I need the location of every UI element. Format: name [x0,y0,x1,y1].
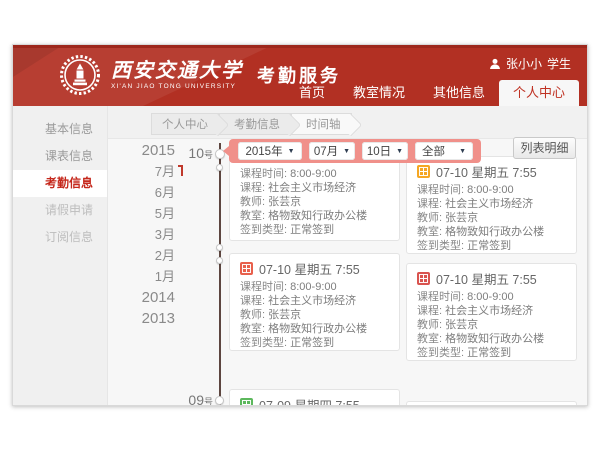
attendance-card [406,401,577,406]
app-header: 西安交通大学 XI'AN JIAO TONG UNIVERSITY 考勤服务 张… [13,45,587,106]
timeline-scale: 2015 7月 6月 5月 3月 2月 1月 2014 2013 [113,140,175,329]
sidebar: 基本信息 课表信息 考勤信息 请假申请 订阅信息 [13,106,108,406]
header-top-strip [13,45,587,48]
chevron-down-icon: ▼ [459,148,466,155]
month-select[interactable]: 07月▼ [309,142,355,160]
type-select[interactable]: 全部▼ [415,142,473,160]
attendance-card: 07-09 星期四 7:55 [229,389,400,406]
user-account[interactable]: 张小小 学生 [489,55,571,72]
nav-item-personal-center[interactable]: 个人中心 [499,80,579,106]
nav-item-classrooms[interactable]: 教室情况 [339,80,419,106]
calendar-icon [417,165,430,178]
app-window: 西安交通大学 XI'AN JIAO TONG UNIVERSITY 考勤服务 张… [12,44,588,406]
breadcrumb: 个人中心 考勤信息 时间轴 [151,113,352,135]
attendance-card: 07-10 星期五 7:55 课程时间: 8:00-9:00 课程: 社会主义市… [229,253,400,351]
timeline-axis [219,143,221,406]
chevron-down-icon: ▼ [343,148,350,155]
scale-month-1[interactable]: 1月 [113,266,175,287]
chevron-down-icon: ▼ [396,148,403,155]
card-title: 07-09 星期四 7:55 [259,395,360,406]
user-role: 学生 [547,55,571,72]
university-name-en: XI'AN JIAO TONG UNIVERSITY [111,83,243,90]
university-name-cn: 西安交通大学 [111,60,243,82]
timeline-node [215,396,224,405]
scale-month-6[interactable]: 6月 [113,182,175,203]
calendar-icon [240,398,253,406]
year-select[interactable]: 2015年▼ [238,142,302,160]
sidebar-item-subscription[interactable]: 订阅信息 [13,224,107,251]
scale-month-2[interactable]: 2月 [113,245,175,266]
breadcrumb-attendance[interactable]: 考勤信息 [219,113,291,135]
card-title: 07-10 星期五 7:55 [259,259,360,278]
sidebar-item-timetable[interactable]: 课表信息 [13,143,107,170]
scale-month-5[interactable]: 5月 [113,203,175,224]
attendance-card: 07-10 星期五 7:55 课程时间: 8:00-9:00 课程: 社会主义市… [406,156,577,254]
timeline-node [216,244,223,251]
user-name: 张小小 [506,55,542,72]
day-select[interactable]: 10日▼ [362,142,408,160]
day-group-label-10: 10号 [173,145,213,161]
scale-year-2015[interactable]: 2015 [113,140,175,161]
day-group-label-09: 09号 [173,392,213,406]
nav-item-other-info[interactable]: 其他信息 [419,80,499,106]
breadcrumb-personal-center[interactable]: 个人中心 [151,113,219,135]
timeline-node [216,257,223,264]
scale-month-7[interactable]: 7月 [113,161,175,182]
scale-year-2014[interactable]: 2014 [113,287,175,308]
sidebar-item-basic-info[interactable]: 基本信息 [13,116,107,143]
card-title: 07-10 星期五 7:55 [436,269,537,288]
user-icon [489,58,501,70]
scale-year-2013[interactable]: 2013 [113,308,175,329]
sidebar-item-attendance[interactable]: 考勤信息 [13,170,107,197]
chevron-down-icon: ▼ [288,148,295,155]
brand-names: 西安交通大学 XI'AN JIAO TONG UNIVERSITY [111,60,243,90]
timeline-node [216,164,223,171]
calendar-icon [417,272,430,285]
university-logo-icon [59,54,101,96]
sidebar-item-leave-request[interactable]: 请假申请 [13,197,107,224]
attendance-card: 07-10 星期五 7:55 课程时间: 8:00-9:00 课程: 社会主义市… [406,263,577,361]
list-detail-button[interactable]: 列表明细 [513,137,576,159]
nav-item-home[interactable]: 首页 [285,80,339,106]
current-month-marker [178,165,183,176]
calendar-icon [240,262,253,275]
date-filter-bar: 2015年▼ 07月▼ 10日▼ 全部▼ [229,139,481,163]
scale-month-3[interactable]: 3月 [113,224,175,245]
card-title: 07-10 星期五 7:55 [436,162,537,181]
main-nav: 首页 教室情况 其他信息 个人中心 [285,80,579,106]
